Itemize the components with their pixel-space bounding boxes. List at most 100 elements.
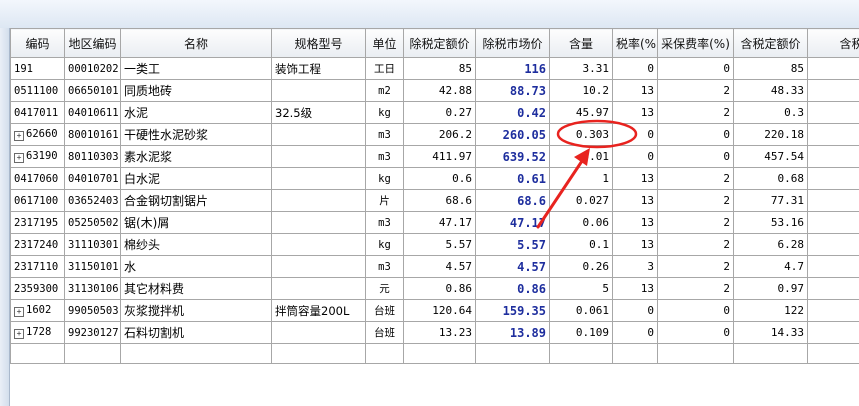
cell-tax-rate[interactable]: 13 (612, 189, 658, 212)
cell-quantity[interactable]: 0.061 (549, 299, 613, 322)
cell-region-code[interactable]: 80010161 (64, 123, 121, 146)
cell-name[interactable]: 石料切割机 (120, 321, 272, 344)
cell-tax-market-price[interactable] (807, 255, 859, 278)
cell-fee-rate[interactable]: 2 (657, 101, 734, 124)
cell-code[interactable]: 2317195 (10, 211, 65, 234)
cell-spec[interactable] (271, 189, 366, 212)
cell-region-code[interactable]: 04010611 (64, 101, 121, 124)
cell-region-code[interactable]: 31130106 (64, 277, 121, 300)
cell-tax-market-price[interactable] (807, 79, 859, 102)
cell-tax-rate[interactable]: 3 (612, 255, 658, 278)
cell-code[interactable]: 0511100 (10, 79, 65, 102)
cell-name[interactable]: 白水泥 (120, 167, 272, 190)
cell-region-code[interactable]: 80110303 (64, 145, 121, 168)
cell-code[interactable]: 0617100 (10, 189, 65, 212)
cell-base-price[interactable]: 4.57 (403, 255, 476, 278)
table-row[interactable]: 2359300 31130106 其它材料费 元 0.86 0.86 5 13 2 0.97 (10, 277, 859, 300)
cell-fee-rate[interactable]: 2 (657, 79, 734, 102)
empty-cell[interactable] (612, 343, 658, 364)
empty-cell[interactable] (657, 343, 734, 364)
cell-spec[interactable] (271, 321, 366, 344)
cell-name[interactable]: 素水泥浆 (120, 145, 272, 168)
cell-name[interactable]: 一类工 (120, 57, 272, 80)
column-header[interactable]: 除税市场价 (475, 28, 550, 58)
cell-region-code[interactable]: 06650101 (64, 79, 121, 102)
cell-tax-base-price[interactable]: 6.28 (733, 233, 808, 256)
cell-code[interactable]: 2317240 (10, 233, 65, 256)
cell-tax-rate[interactable]: 13 (612, 167, 658, 190)
table-row[interactable]: +1602 99050503 灰浆搅拌机 拌筒容量200L 台班 120.64 159.35… (10, 299, 859, 322)
cell-tax-rate[interactable]: 13 (612, 233, 658, 256)
cell-name[interactable]: 水 (120, 255, 272, 278)
cell-name[interactable]: 其它材料费 (120, 277, 272, 300)
column-header[interactable]: 税率(%) (612, 28, 658, 58)
cell-tax-market-price[interactable]: 71 (807, 145, 859, 168)
cell-base-price[interactable]: 47.17 (403, 211, 476, 234)
cell-tax-rate[interactable]: 13 (612, 101, 658, 124)
cell-quantity[interactable]: 0.06 (549, 211, 613, 234)
cell-code[interactable]: +63190 (10, 145, 65, 168)
cell-base-price[interactable]: 0.86 (403, 277, 476, 300)
cell-tax-market-price[interactable]: 28 (807, 123, 859, 146)
cell-tax-base-price[interactable]: 4.7 (733, 255, 808, 278)
column-header[interactable]: 采保费率(%) (657, 28, 734, 58)
cell-spec[interactable]: 32.5级 (271, 101, 366, 124)
cell-fee-rate[interactable]: 0 (657, 57, 734, 80)
cell-code[interactable]: +1602 (10, 299, 65, 322)
empty-cell[interactable] (475, 343, 550, 364)
cell-unit[interactable]: m3 (365, 123, 404, 146)
cell-fee-rate[interactable]: 2 (657, 167, 734, 190)
cell-region-code[interactable]: 03652403 (64, 189, 121, 212)
cell-market-price[interactable]: 639.52 (475, 145, 550, 168)
table-row[interactable]: 0417011 04010611 水泥 32.5级 kg 0.27 0.42 45.97 13 2… (10, 101, 859, 124)
cell-unit[interactable]: m3 (365, 255, 404, 278)
cell-name[interactable]: 棉纱头 (120, 233, 272, 256)
cell-market-price[interactable]: 68.6 (475, 189, 550, 212)
cell-quantity[interactable]: 45.97 (549, 101, 613, 124)
cell-tax-base-price[interactable]: 0.97 (733, 277, 808, 300)
cell-market-price[interactable]: 0.42 (475, 101, 550, 124)
empty-row[interactable] (10, 343, 859, 364)
cell-tax-market-price[interactable] (807, 277, 859, 300)
cell-name[interactable]: 灰浆搅拌机 (120, 299, 272, 322)
column-header[interactable]: 含税市场价 (807, 28, 859, 58)
cell-fee-rate[interactable]: 2 (657, 255, 734, 278)
cell-quantity[interactable]: 5 (549, 277, 613, 300)
cell-tax-rate[interactable]: 0 (612, 123, 658, 146)
cell-base-price[interactable]: 120.64 (403, 299, 476, 322)
expand-toggle-icon[interactable]: + (14, 329, 24, 339)
cell-spec[interactable] (271, 167, 366, 190)
cell-unit[interactable]: kg (365, 101, 404, 124)
empty-cell[interactable] (365, 343, 404, 364)
cell-spec[interactable]: 装饰工程 (271, 57, 366, 80)
cell-quantity[interactable]: 0.303 (549, 123, 613, 146)
cell-market-price[interactable]: 159.35 (475, 299, 550, 322)
cell-quantity[interactable]: 1 (549, 167, 613, 190)
cell-tax-base-price[interactable]: 122 (733, 299, 808, 322)
cell-tax-market-price[interactable]: 16 (807, 299, 859, 322)
cell-base-price[interactable]: 0.6 (403, 167, 476, 190)
cell-unit[interactable]: kg (365, 233, 404, 256)
cell-tax-rate[interactable]: 13 (612, 79, 658, 102)
cell-tax-market-price[interactable]: 0. (807, 101, 859, 124)
cell-unit[interactable]: m3 (365, 145, 404, 168)
cell-unit[interactable]: 元 (365, 277, 404, 300)
cell-base-price[interactable]: 206.2 (403, 123, 476, 146)
cell-fee-rate[interactable]: 0 (657, 145, 734, 168)
cell-region-code[interactable]: 05250502 (64, 211, 121, 234)
table-row[interactable]: 0417060 04010701 白水泥 kg 0.6 0.61 1 13 2 0.68 (10, 167, 859, 190)
table-row[interactable]: 2317110 31150101 水 m3 4.57 4.57 0.26 3 2 4.7 (10, 255, 859, 278)
table-row[interactable]: 2317195 05250502 锯(木)屑 m3 47.17 47.17 0.06 13 2 5… (10, 211, 859, 234)
cell-tax-base-price[interactable]: 0.68 (733, 167, 808, 190)
column-header[interactable]: 编码 (10, 28, 65, 58)
cell-tax-rate[interactable]: 13 (612, 277, 658, 300)
cell-name[interactable]: 合金钢切割锯片 (120, 189, 272, 212)
left-splitter[interactable] (0, 28, 10, 406)
cell-tax-market-price[interactable]: 7 (807, 189, 859, 212)
column-header[interactable]: 含量 (549, 28, 613, 58)
cell-tax-rate[interactable]: 0 (612, 299, 658, 322)
cell-region-code[interactable]: 31150101 (64, 255, 121, 278)
cell-tax-market-price[interactable]: 1 (807, 321, 859, 344)
cell-tax-rate[interactable]: 0 (612, 57, 658, 80)
expand-toggle-icon[interactable]: + (14, 153, 24, 163)
